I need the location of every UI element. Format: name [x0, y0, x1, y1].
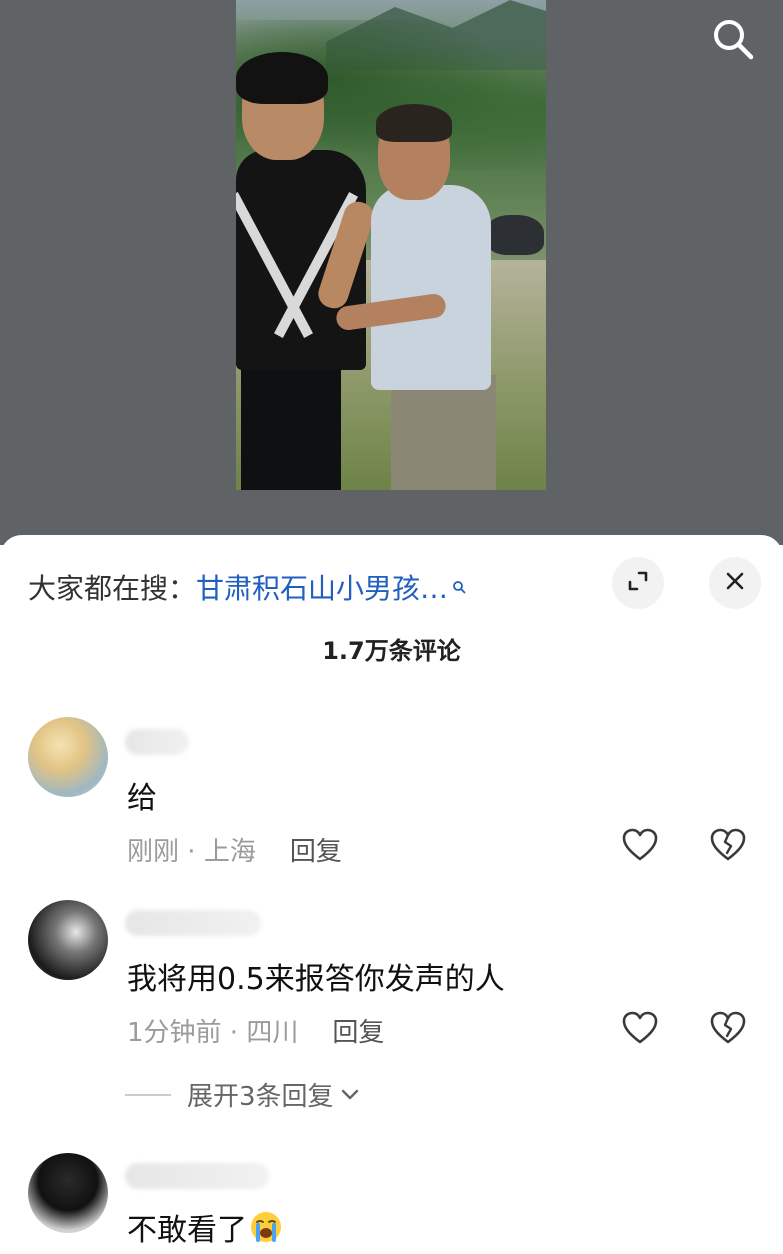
username-blurred[interactable]: [125, 910, 261, 936]
comment-item: 我将用0.5来报答你发声的人 1分钟前 · 四川 回复 展开3条回复: [0, 900, 783, 1120]
trending-search-label: 大家都在搜：: [28, 572, 197, 605]
comment-meta: 刚刚 · 上海 回复: [127, 831, 342, 868]
comment-text-content: 给: [127, 781, 157, 816]
avatar[interactable]: [28, 900, 108, 980]
video-frame[interactable]: [236, 0, 546, 490]
video-figure-right-legs: [391, 375, 496, 490]
reply-button[interactable]: 回复: [290, 837, 342, 867]
comment-text-content: 我将用0.5来报答你发声的人: [127, 962, 505, 997]
heart-icon: [622, 1011, 658, 1049]
like-button[interactable]: [620, 827, 660, 867]
search-button[interactable]: [706, 14, 760, 68]
username-blurred[interactable]: [125, 1163, 269, 1189]
trending-search-bar[interactable]: 大家都在搜： 甘肃积石山小男孩…: [28, 565, 466, 609]
video-player[interactable]: [0, 0, 783, 545]
expand-replies-button[interactable]: 展开3条回复: [125, 1076, 360, 1113]
meta-separator: ·: [221, 1018, 247, 1048]
comment-item: 不敢看了: [0, 1153, 783, 1254]
video-figure-left-hair: [236, 52, 328, 104]
broken-heart-icon: [710, 828, 746, 866]
avatar[interactable]: [28, 717, 108, 797]
comment-sheet: 大家都在搜： 甘肃积石山小男孩… 1.7万条评论 给 刚刚 · 上海 回复 我将…: [0, 535, 783, 1254]
broken-heart-icon: [710, 1011, 746, 1049]
video-scene-rock: [486, 215, 544, 255]
close-icon: [723, 569, 747, 597]
comment-text: 给: [127, 773, 157, 817]
meta-separator: ·: [179, 837, 204, 867]
search-small-icon: [452, 580, 466, 594]
like-button[interactable]: [620, 1010, 660, 1050]
comment-count: 1.7万条评论: [322, 637, 461, 665]
avatar[interactable]: [28, 1153, 108, 1233]
divider-dash: [125, 1093, 171, 1096]
comment-location: 四川: [246, 1018, 299, 1048]
expand-replies-label: 展开3条回复: [187, 1082, 334, 1112]
close-button[interactable]: [709, 557, 761, 609]
comment-meta: 1分钟前 · 四川 回复: [127, 1012, 384, 1049]
trending-search-query[interactable]: 甘肃积石山小男孩…: [196, 567, 448, 607]
search-icon: [710, 16, 756, 66]
comment-time: 1分钟前: [127, 1018, 222, 1048]
username-blurred[interactable]: [125, 729, 189, 755]
reply-button[interactable]: 回复: [332, 1018, 384, 1048]
comment-location: 上海: [203, 837, 256, 867]
video-figure-right-body: [371, 185, 491, 390]
crying-face-icon: [249, 1210, 283, 1244]
video-figure-left-legs: [241, 360, 341, 490]
expand-sheet-button[interactable]: [612, 557, 664, 609]
expand-icon: [625, 568, 651, 598]
dislike-button[interactable]: [708, 1010, 748, 1050]
dislike-button[interactable]: [708, 827, 748, 867]
comment-text-content: 不敢看了: [127, 1213, 247, 1248]
comment-text: 不敢看了: [127, 1205, 283, 1249]
comment-time: 刚刚: [127, 837, 180, 867]
comment-item: 给 刚刚 · 上海 回复: [0, 715, 783, 875]
heart-icon: [622, 828, 658, 866]
chevron-down-icon: [340, 1088, 360, 1102]
comment-text: 我将用0.5来报答你发声的人: [127, 954, 505, 998]
video-figure-right-hair: [376, 104, 452, 142]
